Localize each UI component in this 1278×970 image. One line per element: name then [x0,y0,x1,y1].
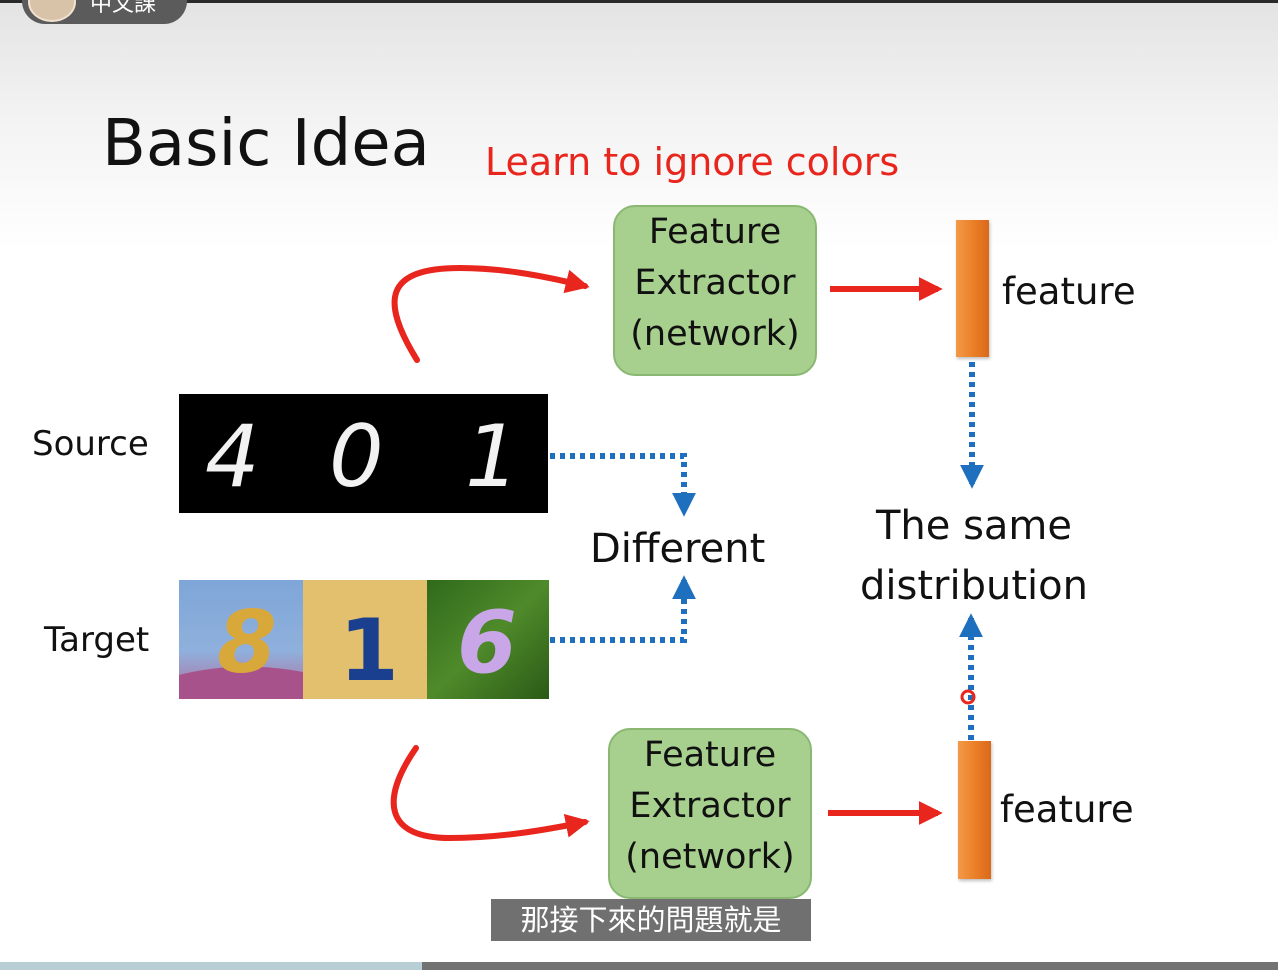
arrow-target-to-different [550,575,696,643]
target-digit: 6 [457,593,517,693]
extractor-line: (network) [630,314,800,354]
feature-bar-bottom [958,741,991,879]
extractor-line: Extractor [634,263,796,303]
video-progress-fill [0,962,422,970]
target-label: Target [44,620,150,660]
extractor-line: Feature [648,212,782,252]
feature-label-bottom: feature [1000,788,1134,831]
different-label: Different [590,526,766,572]
target-digit: 8 [217,593,277,693]
source-digit: 0 [329,407,384,507]
arrow-source-to-extractor [391,264,590,363]
target-image-strip: 8 1 6 [179,580,549,699]
target-digit: 1 [339,601,399,699]
same-distribution-line: distribution [860,563,1088,609]
arrow-source-to-different [550,453,696,517]
same-distribution-line: The same [875,503,1073,549]
extractor-line: Feature [643,735,777,775]
source-digit: 4 [205,407,260,507]
feature-label-top: feature [1002,270,1136,313]
extractor-line: Extractor [629,786,791,826]
source-digit: 1 [465,407,520,507]
source-image-strip: 4 0 1 [179,394,548,513]
video-subtitle: 那接下來的問題就是 [491,899,811,941]
source-label: Source [32,424,149,464]
feature-extractor-bottom: Feature Extractor (network) [608,728,812,899]
same-distribution-label: The same distribution [850,496,1098,616]
extractor-line: (network) [625,837,795,877]
feature-extractor-top: Feature Extractor (network) [613,205,817,376]
feature-bar-top [956,220,989,357]
arrow-target-to-extractor [390,745,590,842]
